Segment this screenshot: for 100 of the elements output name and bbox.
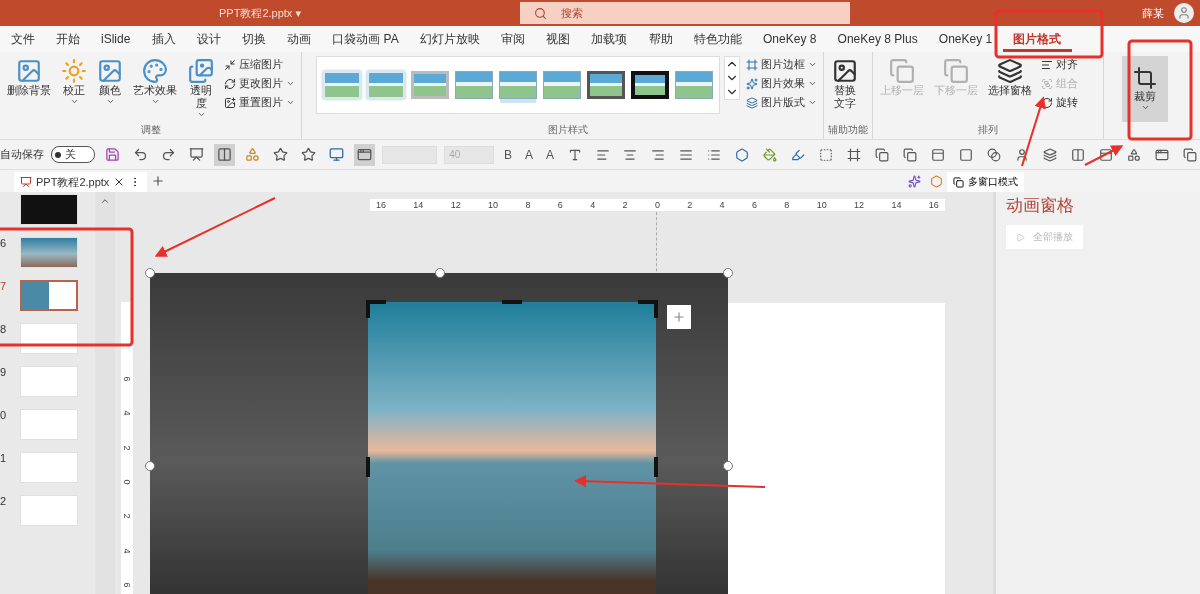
arrange-icon [1041, 96, 1053, 109]
crop-button[interactable]: 裁剪 [1122, 56, 1168, 122]
ribbon-button[interactable]: 删除背景 [4, 56, 54, 99]
resize-handle[interactable] [723, 268, 733, 278]
menu-tab[interactable]: 开始 [45, 26, 91, 52]
resize-handle[interactable] [435, 268, 445, 278]
annotation-arrow [1084, 145, 1124, 166]
crop-icon [1133, 66, 1157, 90]
ribbon-button[interactable]: 更改图片 [222, 75, 297, 92]
picture-tool-icon [746, 58, 758, 71]
slide-number: 6 [0, 237, 8, 249]
columns-icon[interactable] [214, 143, 235, 166]
caret-icon [808, 79, 817, 88]
ribbon-button[interactable]: 选择窗格 [985, 56, 1035, 99]
ribbon-button[interactable]: 透明度 [184, 56, 218, 121]
slide-number: 1 [0, 452, 8, 464]
menu-tab[interactable]: 视图 [535, 26, 581, 52]
resize-handle[interactable] [145, 268, 155, 278]
resize-handle[interactable] [145, 461, 155, 471]
picture-icon [832, 58, 858, 84]
user-name[interactable]: 薛某 [1142, 5, 1164, 21]
style-thumbnail[interactable] [543, 71, 581, 99]
ribbon-button[interactable]: 替换文字 [828, 56, 862, 112]
style-thumbnail[interactable] [455, 71, 493, 99]
menu-tab[interactable]: 文件 [0, 26, 46, 52]
picture-tool-icon [224, 77, 236, 90]
style-thumbnail[interactable] [631, 71, 669, 99]
ribbon-button[interactable]: 图片效果 [744, 75, 819, 92]
ribbon-button[interactable]: 校正 [58, 56, 90, 108]
group-label: 调整 [140, 123, 161, 137]
format-button[interactable]: B [501, 147, 516, 162]
caret-icon [105, 97, 115, 106]
ribbon-button[interactable]: 对齐 [1039, 56, 1080, 73]
caret-icon [808, 60, 817, 69]
menu-tab[interactable]: iSlide [90, 26, 141, 52]
format-button[interactable]: A [522, 147, 537, 162]
crop-handle[interactable] [502, 300, 522, 304]
slide-thumbnail[interactable] [20, 280, 78, 311]
ribbon-button[interactable]: 旋转 [1039, 94, 1080, 111]
avatar-icon[interactable] [1174, 3, 1194, 23]
menu-tab[interactable]: 帮助 [638, 26, 684, 52]
picture-icon [97, 58, 123, 84]
menu-tab[interactable]: 口袋动画 PA [321, 26, 410, 52]
sun-icon [61, 58, 87, 84]
menu-tab[interactable]: 设计 [186, 26, 232, 52]
picture-tool-icon [224, 96, 236, 109]
style-gallery[interactable] [316, 56, 720, 114]
menu-tab[interactable]: OneKey 8 Plus [827, 26, 929, 52]
vertical-ruler: 6 4 2 0 2 4 6 [121, 302, 133, 594]
group-label: 排列 [978, 123, 998, 137]
menu-tab[interactable]: 幻灯片放映 [409, 26, 491, 52]
caret-icon [808, 98, 817, 107]
horizontal-ruler: 16 14 12 10 8 6 4 2 0 2 4 6 8 10 12 14 16 [370, 199, 945, 211]
menu-tab[interactable]: 切换 [231, 26, 277, 52]
ribbon-button[interactable]: 重置图片 [222, 94, 297, 111]
annotation-arrow [1021, 96, 1046, 167]
crop-handle[interactable] [366, 457, 370, 477]
crop-handle[interactable] [638, 300, 656, 304]
picture-tool-icon [746, 77, 758, 90]
menu-tab[interactable]: OneKey 1 [928, 26, 1003, 52]
crop-handle[interactable] [368, 300, 386, 304]
picture-tool-icon [224, 58, 236, 71]
style-thumbnail[interactable] [411, 71, 449, 99]
autosave-toggle[interactable]: 关 [51, 146, 96, 163]
pictures-icon [188, 58, 214, 84]
ribbon-button[interactable]: 艺术效果 [130, 56, 180, 108]
window-icon[interactable] [353, 143, 375, 166]
caret-icon [150, 97, 160, 106]
menu-tab[interactable]: 加载项 [580, 26, 639, 52]
search-field[interactable]: 搜索 [520, 2, 850, 24]
format-button[interactable]: A [543, 147, 558, 162]
menu-tab[interactable]: 特色功能 [683, 26, 753, 52]
file-tab[interactable]: PPT教程2.pptx [14, 172, 148, 192]
group-label: 辅助功能 [828, 123, 868, 137]
caret-icon [286, 79, 295, 88]
ribbon-button[interactable]: 压缩图片 [222, 56, 297, 73]
menu-tab[interactable]: 动画 [276, 26, 322, 52]
arrange-icon [1041, 58, 1053, 71]
resize-handle[interactable] [723, 461, 733, 471]
slide-number: 0 [0, 409, 8, 421]
slide-number: 8 [0, 323, 8, 335]
menu-tab[interactable]: 插入 [140, 26, 187, 52]
picture-icon [16, 58, 42, 84]
arrange-icon [1041, 77, 1053, 90]
group-label: 图片样式 [547, 123, 588, 137]
layers-icon [997, 58, 1023, 84]
ribbon-button[interactable]: 颜色 [94, 56, 126, 108]
picture-tool-icon [746, 96, 758, 109]
slide-number: 9 [0, 366, 8, 378]
crop-handle[interactable] [654, 457, 658, 477]
menu-tab[interactable]: OneKey 8 [752, 26, 827, 52]
style-thumbnail[interactable] [675, 71, 713, 99]
windows-icon [953, 176, 964, 188]
style-thumbnail[interactable] [587, 71, 625, 99]
ribbon-button[interactable]: 图片边框 [744, 56, 819, 73]
ribbon-button[interactable]: 图片版式 [744, 94, 819, 111]
window-mode-button[interactable]: 多窗口模式 [947, 172, 1024, 192]
caret-icon [196, 110, 206, 119]
menu-tab[interactable]: 图片格式 [1002, 26, 1072, 52]
menu-tab[interactable]: 审阅 [490, 26, 536, 52]
